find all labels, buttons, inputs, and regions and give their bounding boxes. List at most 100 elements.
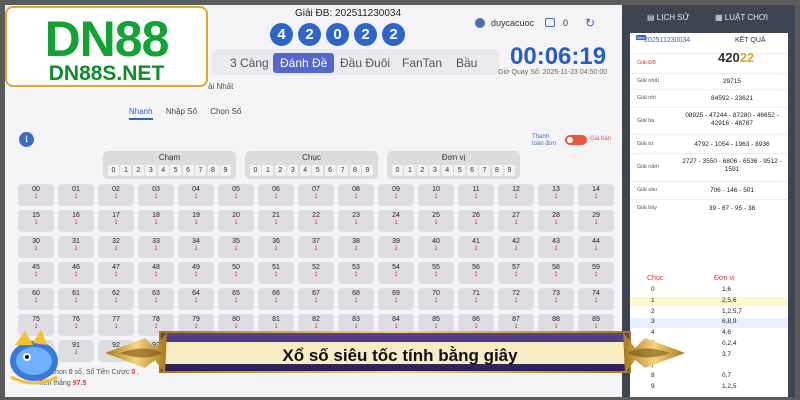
digit-button[interactable]: 3 xyxy=(145,165,157,176)
tab-fantan[interactable]: FanTan xyxy=(402,53,442,73)
number-cell[interactable]: 68 1 xyxy=(338,288,374,310)
number-cell[interactable]: 34 1 xyxy=(178,236,214,258)
number-cell[interactable]: 09 1 xyxy=(378,184,414,206)
number-cell[interactable]: 72 1 xyxy=(498,288,534,310)
number-cell[interactable]: 59 1 xyxy=(578,262,614,284)
number-cell[interactable]: 24 1 xyxy=(378,210,414,232)
digit-button[interactable]: 4 xyxy=(441,165,453,176)
number-cell[interactable]: 74 1 xyxy=(578,288,614,310)
number-cell[interactable]: 62 1 xyxy=(98,288,134,310)
digit-button[interactable]: 0 xyxy=(108,165,119,176)
digit-button[interactable]: 6 xyxy=(324,165,336,176)
price-toggle[interactable] xyxy=(565,135,587,145)
tab-3-cang[interactable]: 3 Càng xyxy=(230,53,269,73)
digit-button[interactable]: 0 xyxy=(392,165,403,176)
number-cell[interactable]: 02 1 xyxy=(98,184,134,206)
digit-button[interactable]: 0 xyxy=(250,165,261,176)
number-cell[interactable]: 18 1 xyxy=(138,210,174,232)
number-cell[interactable]: 69 1 xyxy=(378,288,414,310)
number-cell[interactable]: 36 1 xyxy=(258,236,294,258)
number-cell[interactable]: 15 1 xyxy=(18,210,54,232)
number-cell[interactable]: 23 1 xyxy=(338,210,374,232)
digit-button[interactable]: 8 xyxy=(349,165,361,176)
number-cell[interactable]: 44 1 xyxy=(578,236,614,258)
number-cell[interactable]: 26 1 xyxy=(458,210,494,232)
number-cell[interactable]: 50 1 xyxy=(218,262,254,284)
number-cell[interactable]: 12 1 xyxy=(498,184,534,206)
number-cell[interactable]: 70 1 xyxy=(418,288,454,310)
number-cell[interactable]: 71 1 xyxy=(458,288,494,310)
digit-button[interactable]: 4 xyxy=(299,165,311,176)
number-cell[interactable]: 64 1 xyxy=(178,288,214,310)
number-cell[interactable]: 42 1 xyxy=(498,236,534,258)
number-cell[interactable]: 25 1 xyxy=(418,210,454,232)
prize-option-partial[interactable]: ải Nhất xyxy=(208,82,233,91)
number-cell[interactable]: 38 1 xyxy=(338,236,374,258)
digit-button[interactable]: 7 xyxy=(337,165,349,176)
number-cell[interactable]: 51 1 xyxy=(258,262,294,284)
number-cell[interactable]: 48 1 xyxy=(138,262,174,284)
number-cell[interactable]: 73 1 xyxy=(538,288,574,310)
number-cell[interactable]: 41 1 xyxy=(458,236,494,258)
digit-button[interactable]: 3 xyxy=(287,165,299,176)
refresh-icon[interactable]: ↻ xyxy=(585,16,595,30)
number-cell[interactable]: 01 1 xyxy=(58,184,94,206)
number-cell[interactable]: 45 1 xyxy=(18,262,54,284)
digit-button[interactable]: 1 xyxy=(262,165,274,176)
number-cell[interactable]: 55 1 xyxy=(418,262,454,284)
number-cell[interactable]: 31 1 xyxy=(58,236,94,258)
digit-button[interactable]: 4 xyxy=(157,165,169,176)
number-cell[interactable]: 00 1 xyxy=(18,184,54,206)
number-cell[interactable]: 29 1 xyxy=(578,210,614,232)
digit-button[interactable]: 2 xyxy=(132,165,144,176)
tab-nhap-so[interactable]: Nhập Số xyxy=(166,107,197,116)
digit-button[interactable]: 7 xyxy=(195,165,207,176)
digit-button[interactable]: 7 xyxy=(479,165,491,176)
number-cell[interactable]: 61 1 xyxy=(58,288,94,310)
number-cell[interactable]: 17 1 xyxy=(98,210,134,232)
number-cell[interactable]: 27 1 xyxy=(498,210,534,232)
digit-button[interactable]: 9 xyxy=(219,165,231,176)
number-cell[interactable]: 58 1 xyxy=(538,262,574,284)
digit-button[interactable]: 5 xyxy=(312,165,324,176)
number-cell[interactable]: 52 1 xyxy=(298,262,334,284)
number-cell[interactable]: 06 1 xyxy=(258,184,294,206)
rules-button[interactable]: ▦ LUẬT CHƠI xyxy=(715,13,768,22)
digit-button[interactable]: 1 xyxy=(404,165,416,176)
number-cell[interactable]: 03 1 xyxy=(138,184,174,206)
number-cell[interactable]: 40 1 xyxy=(418,236,454,258)
number-cell[interactable]: 39 1 xyxy=(378,236,414,258)
number-cell[interactable]: 46 1 xyxy=(58,262,94,284)
digit-button[interactable]: 9 xyxy=(361,165,373,176)
number-cell[interactable]: 67 1 xyxy=(298,288,334,310)
digit-button[interactable]: 1 xyxy=(120,165,132,176)
tab-nhanh[interactable]: Nhanh xyxy=(129,107,153,120)
number-cell[interactable]: 07 1 xyxy=(298,184,334,206)
number-cell[interactable]: 22 1 xyxy=(298,210,334,232)
digit-button[interactable]: 2 xyxy=(416,165,428,176)
number-cell[interactable]: 11 1 xyxy=(458,184,494,206)
number-cell[interactable]: 63 1 xyxy=(138,288,174,310)
number-cell[interactable]: 20 1 xyxy=(218,210,254,232)
number-cell[interactable]: 66 1 xyxy=(258,288,294,310)
digit-button[interactable]: 5 xyxy=(170,165,182,176)
number-cell[interactable]: 57 1 xyxy=(498,262,534,284)
number-cell[interactable]: 33 1 xyxy=(138,236,174,258)
number-cell[interactable]: 32 1 xyxy=(98,236,134,258)
number-cell[interactable]: 13 1 xyxy=(538,184,574,206)
digit-button[interactable]: 8 xyxy=(207,165,219,176)
tab-dau-duoi[interactable]: Đầu Đuôi xyxy=(340,53,390,73)
number-cell[interactable]: 54 1 xyxy=(378,262,414,284)
number-cell[interactable]: 28 1 xyxy=(538,210,574,232)
number-cell[interactable]: 10 1 xyxy=(418,184,454,206)
digit-button[interactable]: 6 xyxy=(466,165,478,176)
digit-button[interactable]: 9 xyxy=(503,165,515,176)
tab-bau[interactable]: Bầu xyxy=(456,53,477,73)
digit-button[interactable]: 8 xyxy=(491,165,503,176)
number-cell[interactable]: 16 1 xyxy=(58,210,94,232)
digit-button[interactable]: 6 xyxy=(182,165,194,176)
history-button[interactable]: ▤ LỊCH SỬ xyxy=(647,13,689,22)
digit-button[interactable]: 2 xyxy=(274,165,286,176)
number-cell[interactable]: 43 1 xyxy=(538,236,574,258)
info-icon[interactable]: i xyxy=(19,132,34,147)
